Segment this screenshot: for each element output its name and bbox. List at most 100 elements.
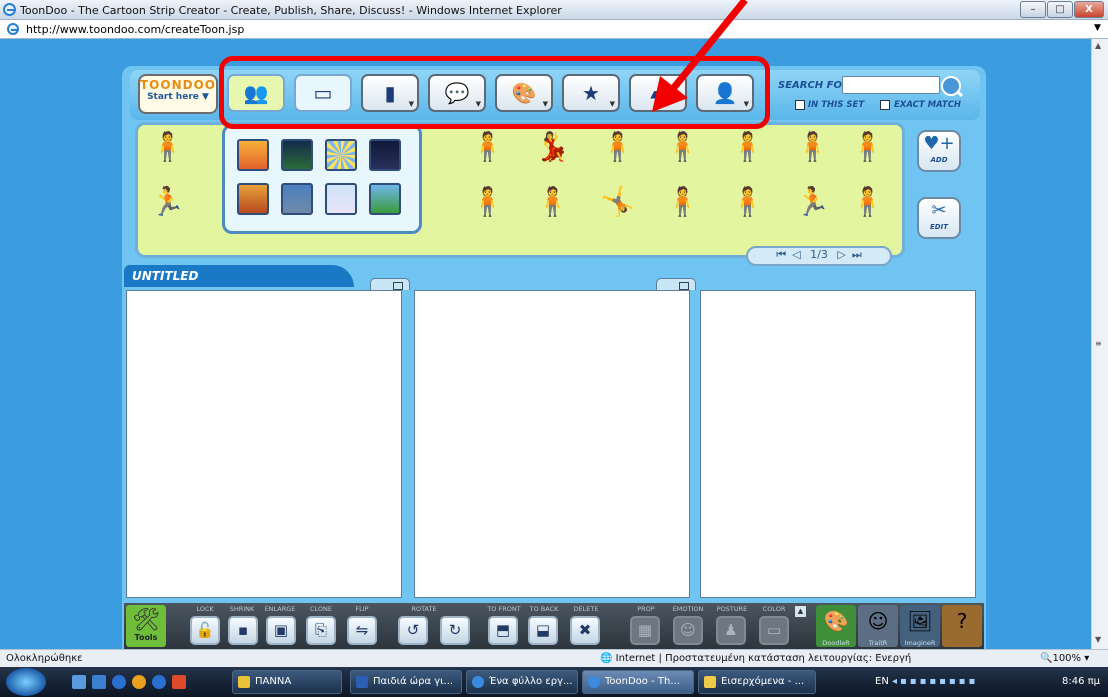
character-thumb[interactable]: 🧍 — [795, 132, 830, 162]
background-room-thumb[interactable] — [237, 183, 269, 215]
imaginer-button[interactable]: 🖼 ImagineR — [900, 605, 940, 647]
taskbar-item-panna[interactable]: ΠΑΝΝΑ — [232, 670, 342, 694]
emotion-button[interactable]: ☺ — [673, 616, 703, 645]
to-back-button[interactable]: ⬓ — [528, 616, 558, 645]
color-button[interactable]: ▭ — [759, 616, 789, 645]
window-title-bar[interactable]: ToonDoo - The Cartoon Strip Creator - Cr… — [0, 0, 1108, 20]
help-button[interactable]: ? — [942, 605, 982, 647]
taskbar-item-toondoo[interactable]: ToonDoo - Th... — [582, 670, 694, 694]
zoom-icon: 🔍 — [1040, 653, 1053, 664]
enlarge-button[interactable]: ▣ — [266, 616, 296, 645]
ie-quicklaunch-icon[interactable] — [112, 675, 126, 689]
shrink-button[interactable]: ▪ — [228, 616, 258, 645]
vertical-scrollbar[interactable]: ▲ ≡ ▼ — [1091, 39, 1108, 649]
character-thumb[interactable]: 🧍 — [665, 132, 700, 162]
panel-2-tab[interactable] — [656, 278, 696, 290]
edit-label: EDIT — [930, 223, 948, 231]
lock-button[interactable]: 🔓 — [190, 616, 220, 645]
media-quicklaunch-icon[interactable] — [172, 675, 186, 689]
posture-button[interactable]: ♟ — [716, 616, 746, 645]
background-night-thumb[interactable] — [281, 139, 313, 171]
character-thumb[interactable]: 🏃 — [150, 187, 185, 217]
address-bar[interactable]: http://www.toondoo.com/createToon.jsp ▼ — [0, 20, 1108, 39]
character-thumb[interactable]: 🧍 — [730, 132, 765, 162]
rotate-right-button[interactable]: ↻ — [440, 616, 470, 645]
tool-label-to-front: TO FRONT — [487, 605, 521, 613]
background-city-thumb[interactable] — [281, 183, 313, 215]
taskbar-item-ie-1[interactable]: Ένα φύλλο εργ... — [466, 670, 578, 694]
character-thumb[interactable]: 🧍 — [470, 187, 505, 217]
maximize-button[interactable]: □ — [1047, 1, 1073, 18]
to-front-button[interactable]: ⬒ — [488, 616, 518, 645]
character-thumb[interactable]: 🧍 — [535, 187, 570, 217]
character-thumb[interactable]: 🧍 — [850, 132, 885, 162]
clone-button[interactable]: ⎘ — [306, 616, 336, 645]
minimize-button[interactable]: – — [1020, 1, 1046, 18]
in-this-set-checkbox[interactable] — [795, 100, 805, 110]
in-this-set-label: IN THIS SET — [808, 100, 865, 110]
panel-1-tab[interactable] — [370, 278, 410, 290]
show-desktop-icon[interactable] — [72, 675, 86, 689]
search-input[interactable] — [842, 76, 940, 94]
security-zone[interactable]: 🌐 Internet | Προστατευμένη κατάσταση λει… — [600, 653, 911, 664]
background-sunset-thumb[interactable] — [237, 139, 269, 171]
character-thumb[interactable]: 💃 — [535, 132, 570, 162]
scissors-icon: ✂ — [931, 200, 947, 221]
firefox-quicklaunch-icon[interactable] — [132, 675, 146, 689]
character-thumb[interactable]: 🧍 — [665, 187, 700, 217]
clock[interactable]: 8:46 πμ — [1062, 670, 1100, 694]
add-button[interactable]: ♥+ ADD — [917, 130, 961, 172]
character-thumb[interactable]: 🧍 — [150, 132, 185, 162]
tool-label-delete: DELETE — [573, 605, 599, 613]
zoom-level[interactable]: 🔍100% ▾ — [1040, 653, 1089, 664]
delete-button[interactable]: ✖ — [570, 616, 600, 645]
taskbar-item-inbox[interactable]: Εισερχόμενα - ... — [698, 670, 816, 694]
character-thumb[interactable]: 🧍 — [600, 132, 635, 162]
edit-button[interactable]: ✂ EDIT — [917, 197, 961, 239]
highlight-box — [219, 56, 770, 129]
traitr-button[interactable]: ☺ TraitR — [858, 605, 898, 647]
exact-match-checkbox[interactable] — [880, 100, 890, 110]
comic-panel-3[interactable] — [700, 290, 976, 598]
tools-button[interactable]: 🛠 Tools — [126, 605, 166, 647]
ie-icon — [472, 676, 484, 688]
comic-panel-2[interactable] — [414, 290, 690, 598]
background-haunted-thumb[interactable] — [369, 139, 401, 171]
url-text[interactable]: http://www.toondoo.com/createToon.jsp — [26, 23, 244, 36]
next-page-icon[interactable]: ▷ — [837, 248, 845, 261]
quicklaunch-icon[interactable] — [92, 675, 106, 689]
background-sunburst-thumb[interactable] — [325, 139, 357, 171]
close-button[interactable]: X — [1074, 1, 1104, 18]
flip-button[interactable]: ⇋ — [347, 616, 377, 645]
language-indicator[interactable]: EN — [875, 676, 889, 687]
taskbar-item-word[interactable]: Παιδιά ώρα γι... — [350, 670, 462, 694]
ie2-quicklaunch-icon[interactable] — [152, 675, 166, 689]
first-page-icon[interactable]: ⏮ — [776, 248, 786, 261]
tool-label-shrink: SHRINK — [229, 605, 255, 613]
background-taj-mahal-thumb[interactable] — [325, 183, 357, 215]
prev-page-icon[interactable]: ◁ — [792, 248, 800, 261]
rotate-left-button[interactable]: ↺ — [398, 616, 428, 645]
prop-button[interactable]: ▦ — [630, 616, 660, 645]
start-button[interactable] — [6, 668, 46, 696]
tool-label-lock: LOCK — [196, 605, 214, 613]
tool-label-to-back: TO BACK — [529, 605, 559, 613]
collapse-tools-icon[interactable]: ▲ — [795, 606, 806, 617]
comic-panel-1[interactable] — [126, 290, 402, 598]
tray-icons[interactable]: ◂▪▪▪▪▪▪▪▪ — [892, 676, 978, 687]
character-thumb[interactable]: 🧍 — [470, 132, 505, 162]
address-dropdown-icon[interactable]: ▼ — [1094, 23, 1101, 33]
doodler-button[interactable]: 🎨 DoodleR — [816, 605, 856, 647]
status-text: Ολοκληρώθηκε — [6, 653, 83, 664]
character-thumb[interactable]: 🧍 — [730, 187, 765, 217]
mail-icon — [704, 676, 716, 688]
search-icon[interactable] — [941, 76, 961, 96]
tool-label-emotion: EMOTION — [672, 605, 704, 613]
character-thumb[interactable]: 🧍 — [850, 187, 885, 217]
character-thumb[interactable]: 🤸 — [600, 187, 635, 217]
tool-label-color: COLOR — [762, 605, 786, 613]
last-page-icon[interactable]: ⏭ — [852, 248, 862, 261]
background-field-thumb[interactable] — [369, 183, 401, 215]
toondoo-logo-button[interactable]: TOONDOO Start here ▼ — [138, 74, 218, 114]
character-thumb[interactable]: 🏃 — [795, 187, 830, 217]
